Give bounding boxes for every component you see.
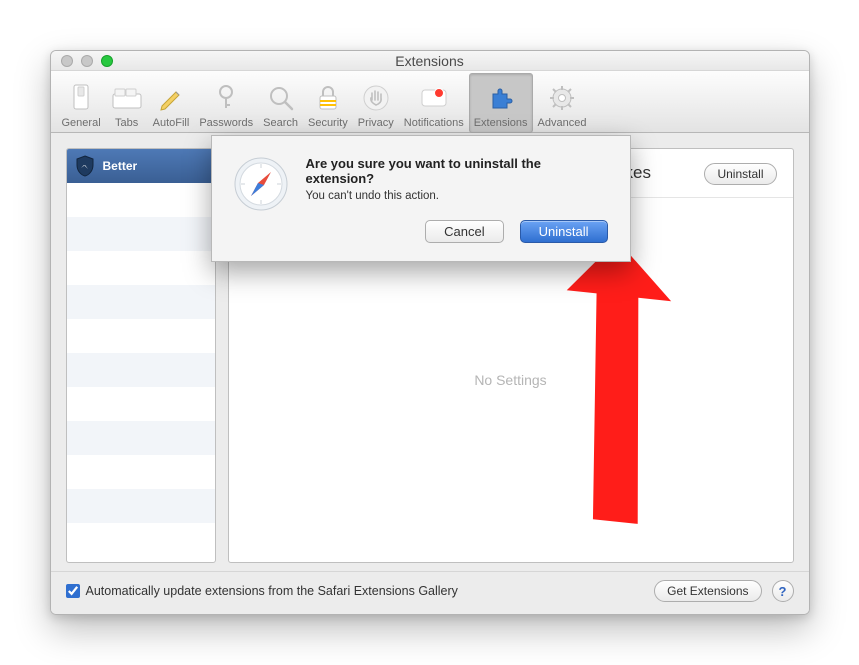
- help-button[interactable]: ?: [772, 580, 794, 602]
- hand-icon: [360, 82, 392, 114]
- titlebar: Extensions: [51, 51, 809, 71]
- get-extensions-button[interactable]: Get Extensions: [654, 580, 761, 602]
- preferences-toolbar: General Tabs AutoFill Passwords: [51, 71, 809, 133]
- badge-icon: [434, 88, 444, 98]
- close-window-button[interactable]: [61, 55, 73, 67]
- lock-icon: [312, 82, 344, 114]
- switch-icon: [65, 82, 97, 114]
- notification-icon: [418, 82, 450, 114]
- tab-privacy[interactable]: Privacy: [353, 73, 399, 133]
- uninstall-button[interactable]: Uninstall: [704, 163, 776, 185]
- puzzle-icon: [485, 82, 517, 114]
- pencil-icon: [155, 82, 187, 114]
- search-icon: [265, 82, 297, 114]
- tab-tabs[interactable]: Tabs: [106, 73, 148, 133]
- traffic-lights: [61, 55, 113, 67]
- minimize-window-button[interactable]: [81, 55, 93, 67]
- confirm-uninstall-dialog: Are you sure you want to uninstall the e…: [211, 135, 631, 262]
- tab-security[interactable]: Security: [303, 73, 353, 133]
- preferences-window: Extensions General Tabs AutoFill: [50, 50, 810, 615]
- extension-name: Better: [103, 159, 138, 173]
- window-title: Extensions: [51, 53, 809, 69]
- auto-update-checkbox[interactable]: [66, 584, 80, 598]
- dialog-body: You can't undo this action.: [306, 190, 608, 202]
- tabs-icon: [111, 82, 143, 114]
- tab-general[interactable]: General: [57, 73, 106, 133]
- dialog-heading: Are you sure you want to uninstall the e…: [306, 156, 586, 186]
- confirm-uninstall-button[interactable]: Uninstall: [520, 220, 608, 243]
- tab-passwords[interactable]: Passwords: [194, 73, 258, 133]
- zoom-window-button[interactable]: [101, 55, 113, 67]
- key-icon: [210, 82, 242, 114]
- tab-extensions[interactable]: Extensions: [469, 73, 533, 133]
- gear-icon: [546, 82, 578, 114]
- shield-icon: [75, 155, 95, 177]
- sidebar-empty-rows: [67, 183, 215, 562]
- extensions-sidebar: Better: [66, 148, 216, 563]
- auto-update-checkbox-label[interactable]: Automatically update extensions from the…: [66, 584, 645, 598]
- tab-advanced[interactable]: Advanced: [533, 73, 592, 133]
- cancel-button[interactable]: Cancel: [425, 220, 503, 243]
- tab-autofill[interactable]: AutoFill: [148, 73, 195, 133]
- tab-search[interactable]: Search: [258, 73, 303, 133]
- extension-list-item[interactable]: Better: [67, 149, 215, 183]
- footer-bar: Automatically update extensions from the…: [51, 571, 809, 614]
- tab-notifications[interactable]: Notifications: [399, 73, 469, 133]
- safari-compass-icon: [232, 156, 290, 243]
